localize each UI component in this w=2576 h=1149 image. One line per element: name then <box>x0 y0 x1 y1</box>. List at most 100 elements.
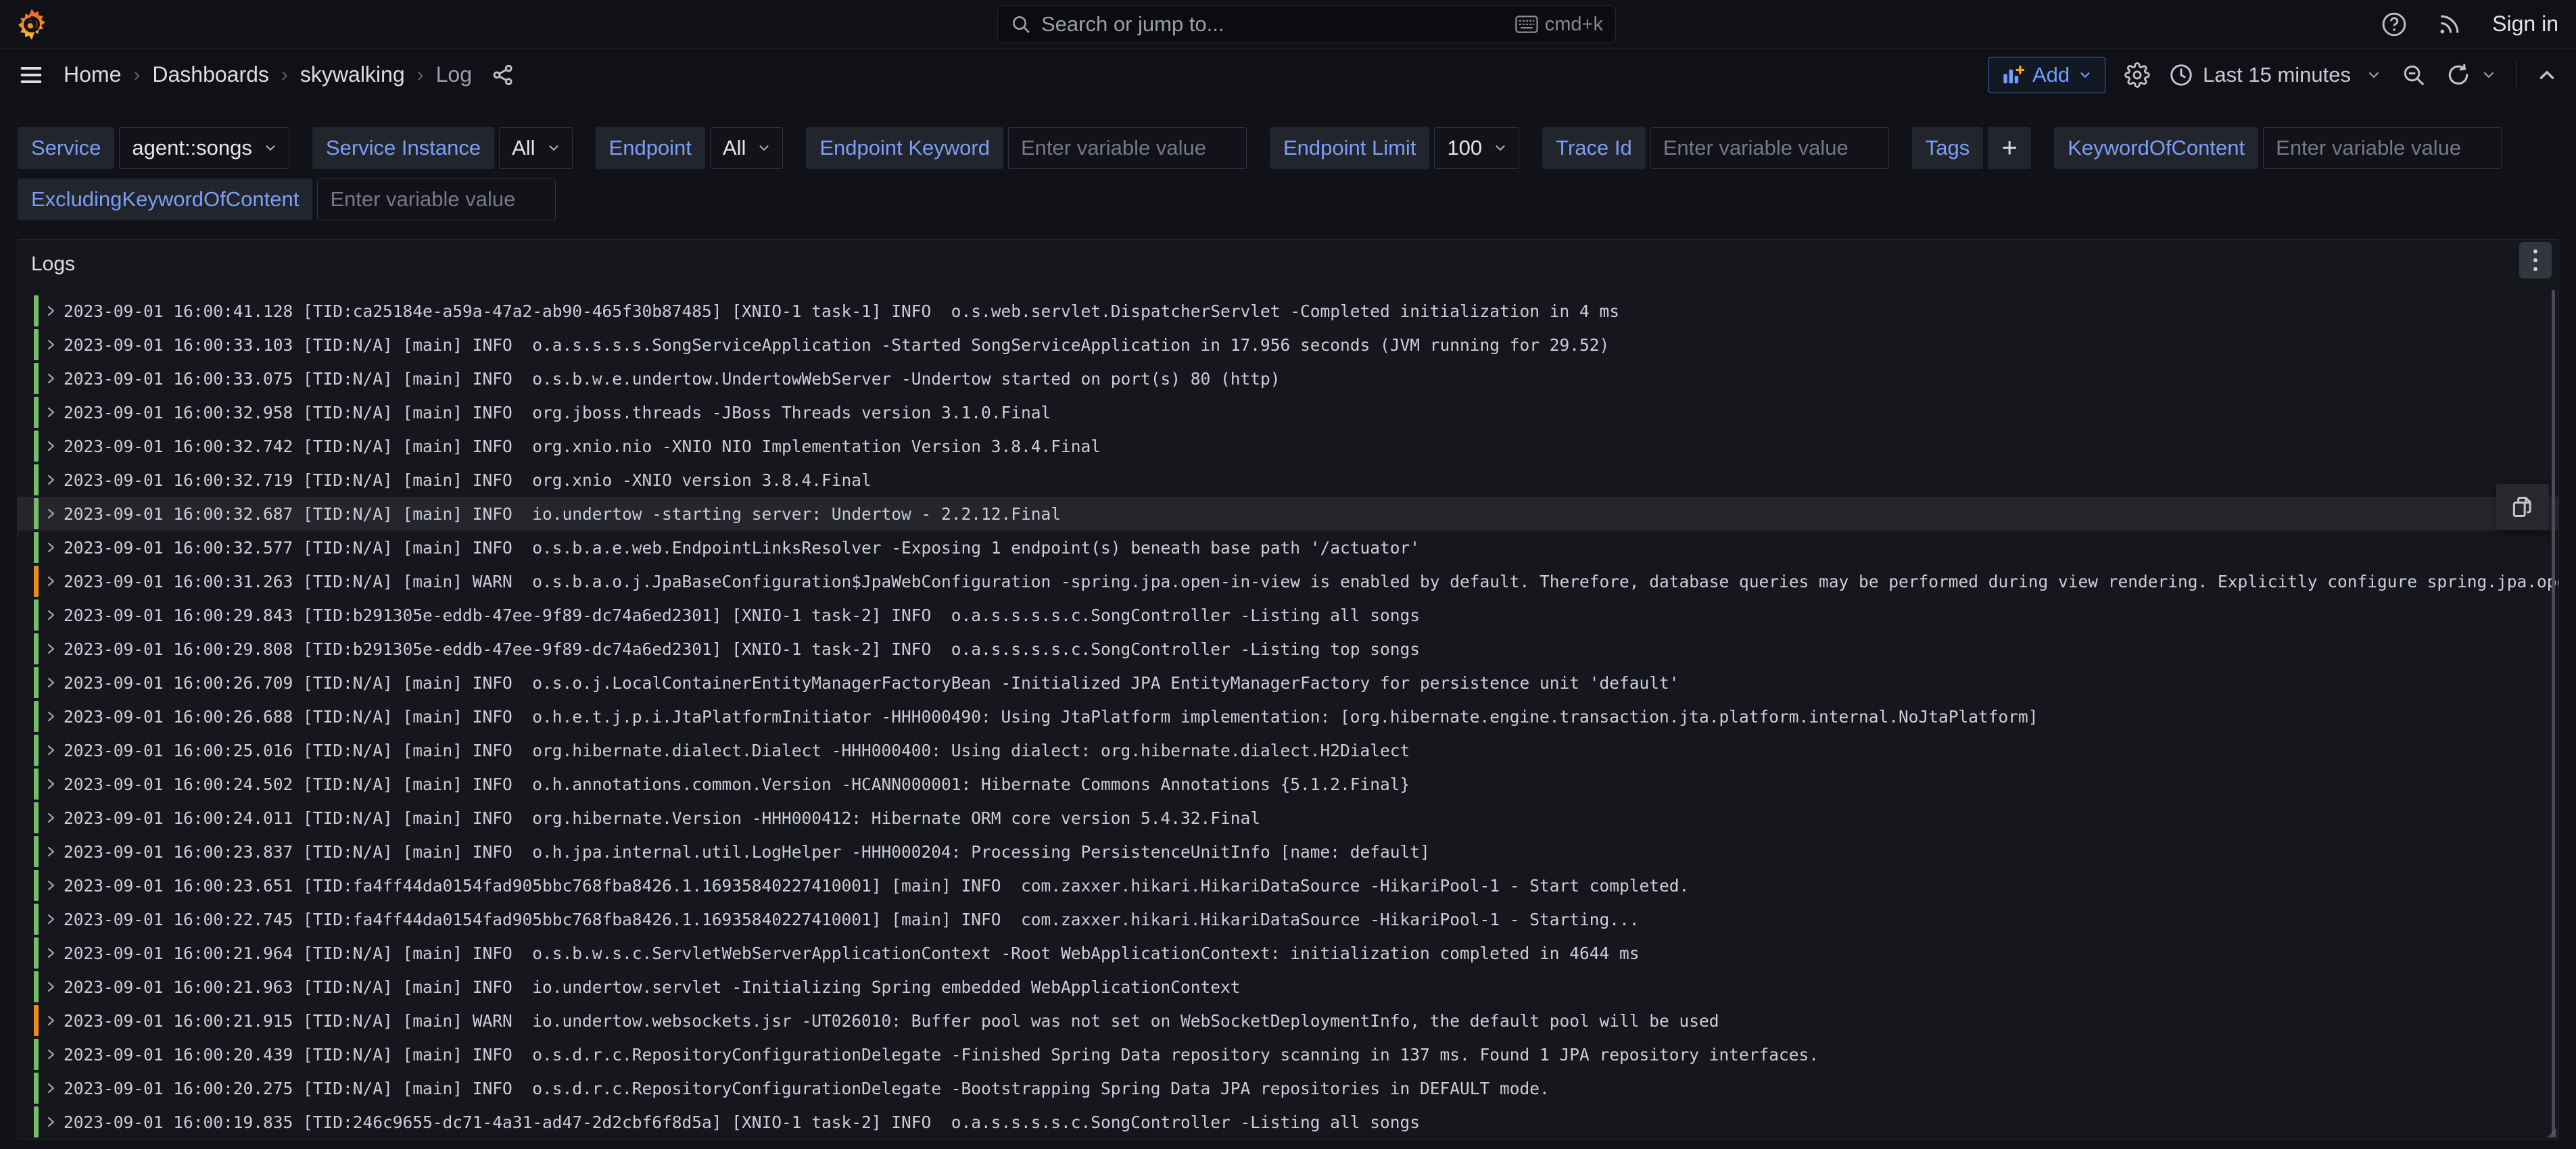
log-row[interactable]: 2023-09-01 16:00:33.075 [TID:N/A] [main]… <box>18 362 2558 395</box>
expand-log-chevron-icon[interactable] <box>45 912 57 926</box>
refresh-button[interactable] <box>2446 62 2497 88</box>
log-row[interactable]: 2023-09-01 16:00:41.128 [TID:ca25184e-a5… <box>18 294 2558 328</box>
filter-select[interactable]: All <box>710 127 783 169</box>
expand-log-chevron-icon[interactable] <box>45 1014 57 1027</box>
filter-input[interactable] <box>2263 127 2502 169</box>
filter-label: Endpoint Limit <box>1270 127 1429 169</box>
log-row[interactable]: 2023-09-01 16:00:29.843 [TID:b291305e-ed… <box>18 598 2558 632</box>
panel-menu-button[interactable] <box>2519 242 2552 278</box>
breadcrumb-item-home[interactable]: Home <box>64 62 121 87</box>
log-row[interactable]: 2023-09-01 16:00:25.016 [TID:N/A] [main]… <box>18 733 2558 767</box>
filter-group-endpoint: EndpointAll <box>596 127 784 169</box>
filter-input[interactable] <box>1650 127 1889 169</box>
log-row[interactable]: 2023-09-01 16:00:32.577 [TID:N/A] [main]… <box>18 531 2558 564</box>
log-row[interactable]: 2023-09-01 16:00:32.719 [TID:N/A] [main]… <box>18 463 2558 497</box>
log-level-indicator-info <box>34 1039 39 1070</box>
expand-log-chevron-icon[interactable] <box>45 304 57 318</box>
add-panel-button[interactable]: Add <box>1988 57 2105 93</box>
log-row[interactable]: 2023-09-01 16:00:20.439 [TID:N/A] [main]… <box>18 1037 2558 1071</box>
expand-log-chevron-icon[interactable] <box>45 338 57 351</box>
log-level-indicator-warn <box>34 566 39 597</box>
logs-panel-header[interactable]: Logs <box>18 240 2558 289</box>
expand-log-chevron-icon[interactable] <box>45 372 57 385</box>
sign-in-button[interactable]: Sign in <box>2492 11 2558 36</box>
search-input[interactable]: Search or jump to... cmd+k <box>997 5 1616 43</box>
dashboard-toolbar: Add Last 15 minutes <box>1988 57 2558 93</box>
expand-log-chevron-icon[interactable] <box>45 406 57 419</box>
expand-log-chevron-icon[interactable] <box>45 710 57 723</box>
filter-input[interactable] <box>317 178 556 220</box>
collapse-topbar-button[interactable] <box>2535 64 2558 87</box>
log-level-indicator-info <box>34 836 39 867</box>
log-row[interactable]: 2023-09-01 16:00:23.837 [TID:N/A] [main]… <box>18 835 2558 869</box>
log-row[interactable]: 2023-09-01 16:00:33.103 [TID:N/A] [main]… <box>18 328 2558 362</box>
expand-log-chevron-icon[interactable] <box>45 507 57 520</box>
log-line-text: 2023-09-01 16:00:32.742 [TID:N/A] [main]… <box>64 437 1101 456</box>
log-row[interactable]: 2023-09-01 16:00:24.502 [TID:N/A] [main]… <box>18 767 2558 801</box>
expand-log-chevron-icon[interactable] <box>45 676 57 689</box>
expand-log-chevron-icon[interactable] <box>45 608 57 622</box>
log-row[interactable]: 2023-09-01 16:00:21.915 [TID:N/A] [main]… <box>18 1004 2558 1037</box>
filter-select[interactable]: 100 <box>1434 127 1519 169</box>
filter-input[interactable] <box>1008 127 1247 169</box>
share-dashboard-button[interactable] <box>491 63 515 87</box>
chevron-down-icon <box>546 141 561 155</box>
breadcrumb-item-dashboards[interactable]: Dashboards <box>152 62 269 87</box>
filter-selected-value: All <box>723 136 746 160</box>
menu-toggle-button[interactable] <box>18 62 45 89</box>
log-line-text: 2023-09-01 16:00:32.958 [TID:N/A] [main]… <box>64 403 1051 422</box>
log-row[interactable]: 2023-09-01 16:00:29.808 [TID:b291305e-ed… <box>18 632 2558 666</box>
log-level-indicator-info <box>34 295 39 326</box>
log-row[interactable]: 2023-09-01 16:00:32.742 [TID:N/A] [main]… <box>18 429 2558 463</box>
expand-log-chevron-icon[interactable] <box>45 439 57 453</box>
chevron-down-icon <box>2481 67 2497 83</box>
help-button[interactable] <box>2381 11 2407 37</box>
gear-icon <box>2124 62 2150 88</box>
expand-log-chevron-icon[interactable] <box>45 811 57 825</box>
log-line-text: 2023-09-01 16:00:25.016 [TID:N/A] [main]… <box>64 741 1410 760</box>
expand-log-chevron-icon[interactable] <box>45 946 57 960</box>
news-button[interactable] <box>2437 11 2462 37</box>
log-row[interactable]: 2023-09-01 16:00:22.745 [TID:fa4ff44da01… <box>18 902 2558 936</box>
copy-log-line-button[interactable] <box>2496 484 2549 530</box>
log-row[interactable]: 2023-09-01 16:00:26.688 [TID:N/A] [main]… <box>18 700 2558 733</box>
expand-log-chevron-icon[interactable] <box>45 879 57 892</box>
log-line-text: 2023-09-01 16:00:21.915 [TID:N/A] [main]… <box>64 1011 1719 1031</box>
expand-log-chevron-icon[interactable] <box>45 642 57 656</box>
breadcrumb-item-skywalking[interactable]: skywalking <box>300 62 405 87</box>
filter-select[interactable]: All <box>499 127 572 169</box>
expand-log-chevron-icon[interactable] <box>45 574 57 588</box>
filter-select[interactable]: agent::songs <box>119 127 289 169</box>
panel-resize-handle[interactable] <box>2547 1128 2556 1138</box>
log-row[interactable]: 2023-09-01 16:00:23.651 [TID:fa4ff44da01… <box>18 869 2558 902</box>
time-range-picker[interactable]: Last 15 minutes <box>2169 63 2382 87</box>
expand-log-chevron-icon[interactable] <box>45 743 57 757</box>
log-row[interactable]: 2023-09-01 16:00:19.835 [TID:246c9655-dc… <box>18 1105 2558 1139</box>
expand-log-chevron-icon[interactable] <box>45 1048 57 1061</box>
expand-log-chevron-icon[interactable] <box>45 845 57 858</box>
log-row[interactable]: 2023-09-01 16:00:24.011 [TID:N/A] [main]… <box>18 801 2558 835</box>
add-tag-button[interactable]: + <box>1988 127 2031 169</box>
log-row[interactable]: 2023-09-01 16:00:21.964 [TID:N/A] [main]… <box>18 936 2558 970</box>
expand-log-chevron-icon[interactable] <box>45 1081 57 1095</box>
expand-log-chevron-icon[interactable] <box>45 541 57 554</box>
expand-log-chevron-icon[interactable] <box>45 777 57 791</box>
hamburger-icon <box>18 62 45 89</box>
log-row[interactable]: 2023-09-01 16:00:32.687 [TID:N/A] [main]… <box>18 497 2558 531</box>
refresh-icon <box>2446 62 2471 88</box>
log-row[interactable]: 2023-09-01 16:00:32.958 [TID:N/A] [main]… <box>18 395 2558 429</box>
expand-log-chevron-icon[interactable] <box>45 473 57 487</box>
log-row[interactable]: 2023-09-01 16:00:20.275 [TID:N/A] [main]… <box>18 1071 2558 1105</box>
chevron-down-icon <box>757 141 771 155</box>
dashboard-settings-button[interactable] <box>2124 62 2150 88</box>
breadcrumb-item-log[interactable]: Log <box>436 62 472 87</box>
log-line-text: 2023-09-01 16:00:31.263 [TID:N/A] [main]… <box>64 572 2559 591</box>
zoom-out-time-button[interactable] <box>2401 62 2427 88</box>
log-row[interactable]: 2023-09-01 16:00:26.709 [TID:N/A] [main]… <box>18 666 2558 700</box>
log-row[interactable]: 2023-09-01 16:00:21.963 [TID:N/A] [main]… <box>18 970 2558 1004</box>
logs-scrollbar[interactable] <box>2552 290 2555 1135</box>
grafana-logo[interactable] <box>18 9 46 40</box>
expand-log-chevron-icon[interactable] <box>45 1115 57 1129</box>
log-row[interactable]: 2023-09-01 16:00:31.263 [TID:N/A] [main]… <box>18 564 2558 598</box>
expand-log-chevron-icon[interactable] <box>45 980 57 994</box>
